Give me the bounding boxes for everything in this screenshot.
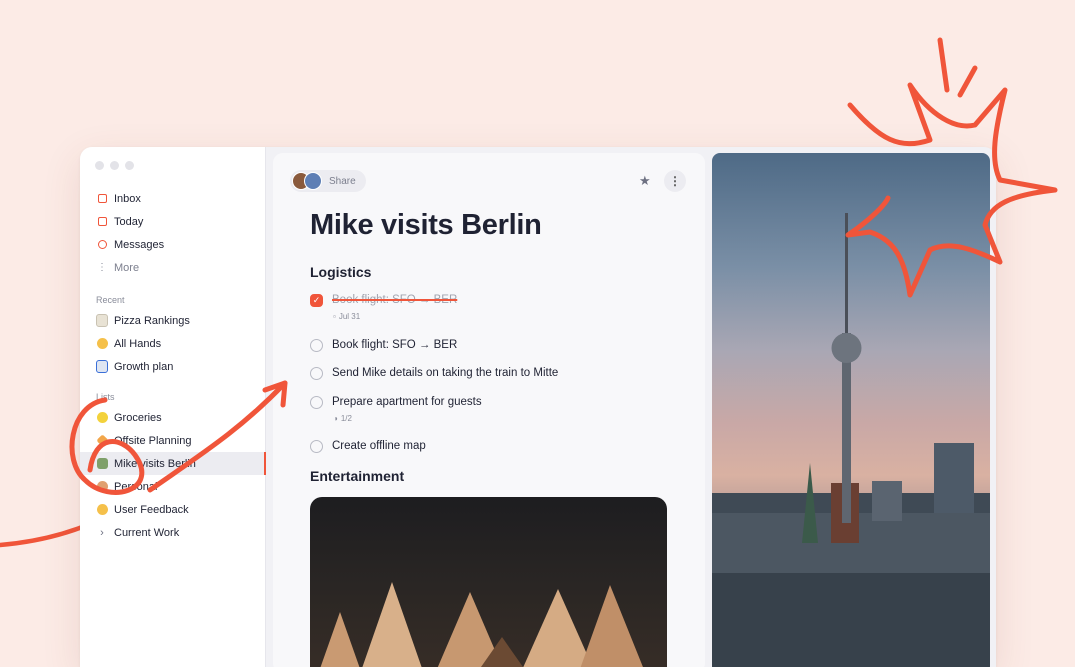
section-heading-logistics: Logistics xyxy=(310,264,372,280)
document-pane: Share ★ ⋮ Mike visits Berlin Logistics ✓… xyxy=(273,153,705,667)
sidebar-item-label: More xyxy=(114,261,140,274)
section-heading-entertainment: Entertainment xyxy=(310,468,405,484)
more-vertical-icon: ⋮ xyxy=(97,262,107,273)
checked-checkbox-icon[interactable]: ✓ xyxy=(310,294,323,307)
task-item[interactable]: Book flight: SFO → BER xyxy=(310,339,457,352)
subtask-progress: ◑ 1/2 xyxy=(333,414,352,423)
sidebar-item-pizza-rankings[interactable]: Pizza Rankings xyxy=(80,309,265,332)
party-popper-emoji-icon xyxy=(95,434,109,447)
sidebar-item-label: Messages xyxy=(114,238,165,251)
sidebar-item-inbox[interactable]: Inbox xyxy=(80,187,265,210)
sidebar: Inbox Today Messages ⋮ More Recent Pizza… xyxy=(80,147,266,667)
sidebar-item-groceries[interactable]: Groceries xyxy=(80,406,265,429)
calendar-icon xyxy=(96,216,108,228)
task-text: Prepare apartment for guests xyxy=(332,396,482,408)
inbox-icon xyxy=(96,193,108,205)
chevron-right-icon: › xyxy=(100,526,104,539)
sidebar-item-label: Groceries xyxy=(114,411,162,424)
sidebar-item-user-feedback[interactable]: User Feedback xyxy=(80,498,265,521)
star-icon[interactable]: ★ xyxy=(639,173,651,189)
progress-icon: ◑ xyxy=(333,414,338,423)
task-item[interactable]: Prepare apartment for guests xyxy=(310,396,482,409)
meringue-dessert-image xyxy=(310,497,667,667)
task-due-date: ▫ Jul 31 xyxy=(333,312,360,321)
lists-section-label: Lists xyxy=(96,392,115,402)
subtask-count: 1/2 xyxy=(340,414,352,423)
checkbox-icon[interactable] xyxy=(310,339,323,352)
sidebar-item-label: Offsite Planning xyxy=(114,434,192,447)
notepad-emoji-icon xyxy=(96,314,108,327)
due-date-label: Jul 31 xyxy=(338,312,361,321)
more-options-button[interactable]: ⋮ xyxy=(664,170,686,192)
collaborator-avatars xyxy=(292,172,322,190)
sidebar-item-label: Personal xyxy=(114,480,158,493)
checkbox-icon[interactable] xyxy=(310,367,323,380)
calendar-icon: ▫ xyxy=(333,312,336,321)
task-text: Book flight: SFO → BER xyxy=(332,339,458,351)
sidebar-item-label: Mike visits Berlin xyxy=(114,457,196,470)
smiley-emoji-icon xyxy=(96,504,108,516)
sidebar-item-personal[interactable]: Personal xyxy=(80,475,265,498)
sidebar-item-label: Current Work xyxy=(114,526,180,539)
sidebar-item-current-work[interactable]: › Current Work xyxy=(80,521,265,544)
page-title: Mike visits Berlin xyxy=(310,209,542,241)
sidebar-item-messages[interactable]: Messages xyxy=(80,233,265,256)
berlin-emoji-icon xyxy=(96,458,108,470)
avatar xyxy=(304,172,322,190)
more-vertical-icon: ⋮ xyxy=(669,174,681,188)
app-window: Inbox Today Messages ⋮ More Recent Pizza… xyxy=(80,147,996,667)
recent-section-label: Recent xyxy=(96,295,125,305)
sidebar-item-growth-plan[interactable]: Growth plan xyxy=(80,355,265,378)
sidebar-item-all-hands[interactable]: All Hands xyxy=(80,332,265,355)
sidebar-item-label: Today xyxy=(114,215,144,228)
task-text: Create offline map xyxy=(332,440,426,452)
raised-hands-emoji-icon xyxy=(96,338,108,350)
sidebar-item-more[interactable]: ⋮ More xyxy=(80,256,265,279)
share-label: Share xyxy=(329,175,356,187)
sidebar-item-today[interactable]: Today xyxy=(80,210,265,233)
berlin-tv-tower-photo xyxy=(712,153,990,667)
share-button[interactable]: Share xyxy=(290,170,366,192)
lemon-emoji-icon xyxy=(96,412,108,424)
checkbox-icon[interactable] xyxy=(310,440,323,453)
window-controls[interactable] xyxy=(95,161,134,170)
sidebar-item-label: Growth plan xyxy=(114,360,174,373)
sidebar-item-label: User Feedback xyxy=(114,503,189,516)
task-text: Send Mike details on taking the train to… xyxy=(332,367,559,379)
task-item[interactable]: Send Mike details on taking the train to… xyxy=(310,367,558,380)
task-item[interactable]: Create offline map xyxy=(310,440,426,453)
task-text: Book flight: SFO → BER xyxy=(332,294,458,306)
checkbox-icon[interactable] xyxy=(310,396,323,409)
sidebar-item-label: Pizza Rankings xyxy=(114,314,190,327)
task-item[interactable]: ✓ Book flight: SFO → BER xyxy=(310,294,457,307)
sidebar-item-offsite-planning[interactable]: Offsite Planning xyxy=(80,429,265,452)
sidebar-item-label: All Hands xyxy=(114,337,162,350)
sidebar-item-label: Inbox xyxy=(114,192,141,205)
messages-icon xyxy=(96,239,108,251)
personal-emoji-icon xyxy=(96,481,108,493)
sidebar-item-mike-visits-berlin[interactable]: Mike visits Berlin xyxy=(80,452,266,475)
chart-emoji-icon xyxy=(96,360,108,373)
